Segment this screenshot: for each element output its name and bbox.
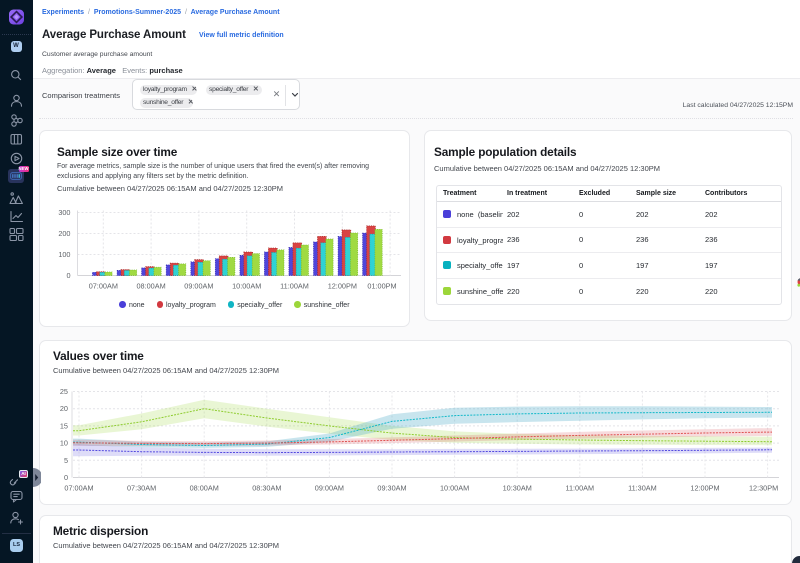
svg-text:10: 10 <box>60 439 68 448</box>
svg-text:11:30AM: 11:30AM <box>628 484 657 493</box>
svg-text:15: 15 <box>60 421 68 430</box>
svg-text:09:00AM: 09:00AM <box>315 484 344 493</box>
svg-text:08:30AM: 08:30AM <box>252 484 281 493</box>
svg-text:11:00AM: 11:00AM <box>280 282 309 291</box>
svg-text:01:00PM: 01:00PM <box>367 282 396 291</box>
svg-text:5: 5 <box>64 456 68 465</box>
svg-text:200: 200 <box>58 229 70 238</box>
svg-text:10:00AM: 10:00AM <box>232 282 261 291</box>
svg-text:20: 20 <box>60 404 68 413</box>
svg-text:12:00PM: 12:00PM <box>690 484 719 493</box>
svg-text:25: 25 <box>60 387 68 396</box>
svg-text:300: 300 <box>58 208 70 217</box>
svg-text:09:00AM: 09:00AM <box>184 282 213 291</box>
svg-text:07:00AM: 07:00AM <box>64 484 93 493</box>
svg-text:11:00AM: 11:00AM <box>565 484 594 493</box>
svg-text:10:30AM: 10:30AM <box>503 484 532 493</box>
svg-text:0: 0 <box>66 271 70 280</box>
svg-text:100: 100 <box>58 250 70 259</box>
svg-text:08:00AM: 08:00AM <box>136 282 165 291</box>
svg-text:10:00AM: 10:00AM <box>440 484 469 493</box>
svg-text:0: 0 <box>64 473 68 482</box>
svg-text:12:30PM: 12:30PM <box>749 484 778 493</box>
svg-text:07:30AM: 07:30AM <box>127 484 156 493</box>
svg-text:12:00PM: 12:00PM <box>328 282 357 291</box>
svg-text:08:00AM: 08:00AM <box>190 484 219 493</box>
svg-text:09:30AM: 09:30AM <box>377 484 406 493</box>
svg-text:07:00AM: 07:00AM <box>89 282 118 291</box>
